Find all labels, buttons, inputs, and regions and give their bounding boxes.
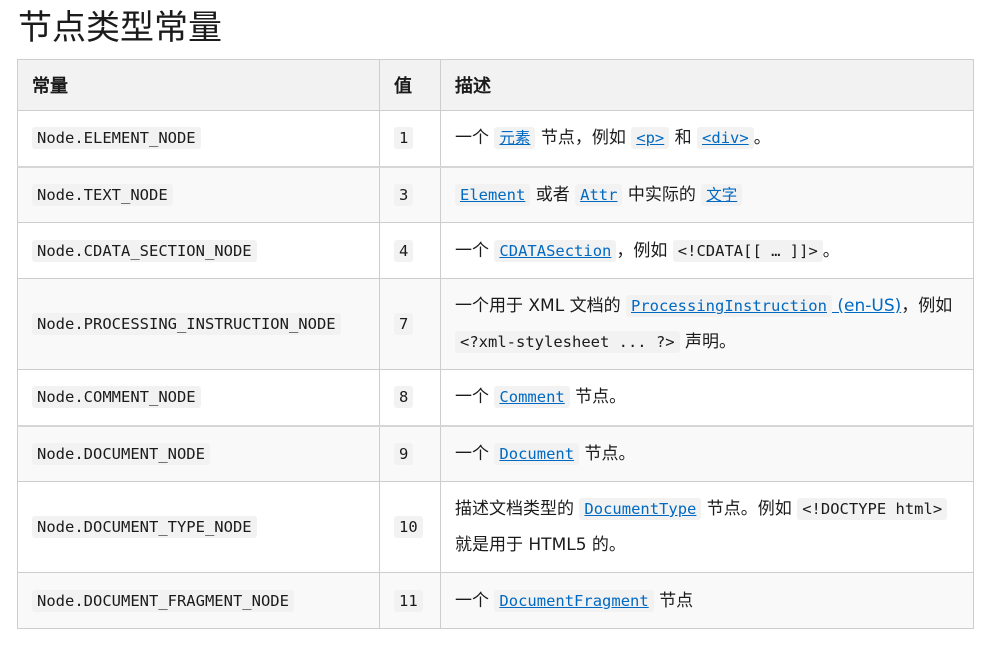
documentfragment-link[interactable]: DocumentFragment (494, 589, 654, 612)
cell-value: 11 (379, 572, 441, 629)
constant-code: Node.DOCUMENT_FRAGMENT_NODE (32, 589, 294, 612)
cdatasection-link[interactable]: CDATASection (494, 239, 617, 262)
documenttype-link[interactable]: DocumentType (579, 498, 702, 520)
cell-value: 3 (379, 166, 441, 223)
cell-constant: Node.DOCUMENT_TYPE_NODE (17, 481, 380, 573)
processinginstruction-link[interactable]: ProcessingInstruction (626, 295, 832, 317)
description-text: 声明。 (679, 332, 737, 352)
cell-value: 7 (379, 278, 441, 370)
description-text: 节点。 (569, 387, 627, 408)
value-code: 1 (394, 127, 414, 150)
description-text: 描述文档类型的 (455, 499, 580, 519)
node-type-constants-table: 常量 值 描述 Node.ELEMENT_NODE 1 一个 元素 节点，例如 <p… (17, 59, 974, 629)
value-code: 8 (394, 386, 414, 409)
cell-description: 一个 元素 节点，例如 <p> 和 <div>。 (440, 110, 974, 167)
description-text: 一个 (455, 443, 495, 464)
cell-constant: Node.PROCESSING_INSTRUCTION_NODE (17, 278, 380, 370)
constant-code: Node.COMMENT_NODE (32, 386, 201, 409)
description-text: 或者 (530, 184, 576, 205)
cell-description: Element 或者 Attr 中实际的 文字 (440, 166, 974, 223)
cell-value: 8 (379, 369, 441, 426)
cell-constant: Node.DOCUMENT_NODE (17, 425, 380, 482)
description-text: 。 (753, 128, 771, 149)
table-row: Node.COMMENT_NODE 8 一个 Comment 节点。 (17, 369, 974, 426)
cell-description: 一个 Document 节点。 (440, 425, 974, 482)
page-title: 节点类型常量 (18, 8, 222, 48)
inline-code: <?xml-stylesheet ... ?> (455, 331, 680, 353)
description-text: ，例如 (616, 240, 673, 261)
cell-value: 4 (379, 222, 441, 279)
table-row: Node.ELEMENT_NODE 1 一个 元素 节点，例如 <p> 和 <div… (17, 110, 974, 167)
cell-constant: Node.CDATA_SECTION_NODE (17, 222, 380, 279)
cell-constant: Node.TEXT_NODE (17, 166, 380, 223)
attr-link[interactable]: Attr (575, 183, 623, 206)
description-text: 一个 (455, 128, 495, 149)
table-row: Node.PROCESSING_INSTRUCTION_NODE 7 一个用于 XM… (17, 278, 974, 370)
document-link[interactable]: Document (494, 442, 580, 465)
cell-value: 1 (379, 110, 441, 167)
table-row: Node.DOCUMENT_FRAGMENT_NODE 11 一个 Document… (17, 572, 974, 629)
element-link[interactable]: 元素 (494, 127, 536, 150)
constant-code: Node.ELEMENT_NODE (32, 127, 201, 150)
description-text: 一个 (455, 240, 495, 261)
value-code: 3 (394, 183, 414, 206)
en-us-link[interactable]: (en-US) (832, 296, 901, 316)
cell-value: 9 (379, 425, 441, 482)
value-code: 4 (394, 239, 414, 262)
constant-code: Node.DOCUMENT_NODE (32, 442, 210, 465)
description-text: 节点，例如 (535, 128, 632, 149)
table-row: Node.DOCUMENT_NODE 9 一个 Document 节点。 (17, 425, 974, 482)
inline-code: <!DOCTYPE html> (797, 498, 948, 520)
cell-description: 一个 DocumentFragment 节点 (440, 572, 974, 629)
cell-constant: Node.ELEMENT_NODE (17, 110, 380, 167)
header-value: 值 (379, 59, 441, 111)
table-header-row: 常量 值 描述 (17, 59, 974, 111)
description-text: ，例如 (901, 296, 953, 316)
constant-code: Node.DOCUMENT_TYPE_NODE (32, 516, 257, 538)
value-code: 9 (394, 442, 414, 465)
cell-description: 描述文档类型的 DocumentType 节点。例如 <!DOCTYPE htm… (440, 481, 974, 573)
table-row: Node.CDATA_SECTION_NODE 4 一个 CDATASection，… (17, 222, 974, 279)
div-element-link[interactable]: <div> (697, 127, 754, 150)
description-text: 节点。例如 (701, 499, 798, 519)
description-text: 节点 (653, 590, 694, 611)
description-text: 一个 (455, 387, 495, 408)
table-row: Node.TEXT_NODE 3 Element 或者 Attr 中实际的 文字 (17, 166, 974, 223)
cell-constant: Node.COMMENT_NODE (17, 369, 380, 426)
constant-code: Node.CDATA_SECTION_NODE (32, 239, 257, 262)
cell-description: 一个 Comment 节点。 (440, 369, 974, 426)
constant-code: Node.PROCESSING_INSTRUCTION_NODE (32, 313, 341, 335)
description-text: 和 (669, 128, 698, 149)
element-interface-link[interactable]: Element (455, 183, 531, 206)
description-text: 中实际的 (622, 184, 702, 205)
value-code: 10 (394, 516, 423, 538)
header-constant: 常量 (17, 59, 380, 111)
value-code: 11 (394, 589, 423, 612)
description-text: 一个用于 XML 文档的 (455, 296, 626, 316)
value-code: 7 (394, 313, 414, 335)
constant-code: Node.TEXT_NODE (32, 183, 173, 206)
description-text: 就是用于 HTML5 的。 (455, 535, 626, 555)
header-description: 描述 (440, 59, 974, 111)
cell-value: 10 (379, 481, 441, 573)
comment-link[interactable]: Comment (494, 386, 570, 409)
description-text: 一个 (455, 590, 495, 611)
cell-description: 一个 CDATASection ，例如 <!CDATA[[ … ]]>。 (440, 222, 974, 279)
cell-constant: Node.DOCUMENT_FRAGMENT_NODE (17, 572, 380, 629)
text-link[interactable]: 文字 (701, 183, 743, 206)
p-element-link[interactable]: <p> (631, 127, 670, 150)
cell-description: 一个用于 XML 文档的 ProcessingInstruction (en-U… (440, 278, 974, 370)
table-body: Node.ELEMENT_NODE 1 一个 元素 节点，例如 <p> 和 <div… (17, 110, 974, 629)
description-text: 节点。 (579, 443, 636, 464)
table-row: Node.DOCUMENT_TYPE_NODE 10 描述文档类型的 Documen… (17, 481, 974, 573)
description-text: 。 (822, 240, 840, 261)
inline-code: <!CDATA[[ … ]]> (672, 239, 823, 262)
